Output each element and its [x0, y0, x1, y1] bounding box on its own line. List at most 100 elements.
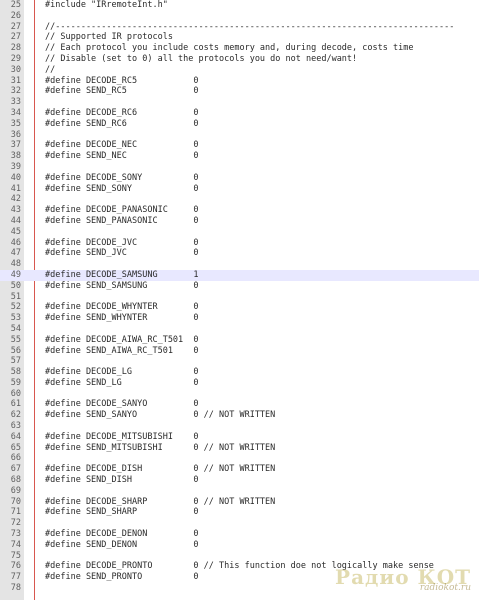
code-line[interactable]: 70 #define DECODE_SHARP 0 // NOT WRITTEN [0, 497, 479, 508]
line-number: 30 [10, 64, 21, 75]
line-number: 69 [10, 485, 21, 496]
code-text: #define SEND_SONY 0 [45, 183, 199, 194]
code-text: // Each protocol you include costs memor… [45, 43, 414, 54]
line-number: 71 [10, 507, 21, 518]
code-line[interactable]: 59 #define SEND_LG 0 [0, 378, 479, 389]
code-line[interactable]: 72 [0, 518, 479, 529]
code-line[interactable]: 74 #define SEND_DENON 0 [0, 540, 479, 551]
code-editor[interactable]: 25 #include "IRremoteInt.h" 26 27//--------… [0, 0, 479, 600]
code-text: // Supported IR protocols [45, 32, 173, 43]
code-line[interactable]: 31 #define DECODE_RC5 0 [0, 76, 479, 87]
code-text: #define DECODE_JVC 0 [45, 237, 199, 248]
code-line[interactable]: 32 #define SEND_RC5 0 [0, 86, 479, 97]
code-text: #define SEND_DENON 0 [45, 539, 199, 550]
code-line[interactable]: 60 [0, 389, 479, 400]
code-line[interactable]: 40 #define DECODE_SONY 0 [0, 173, 479, 184]
code-line[interactable]: 57 [0, 356, 479, 367]
code-line[interactable]: 39 [0, 162, 479, 173]
code-text: #define DECODE_SONY 0 [45, 172, 199, 183]
line-number: 65 [10, 442, 21, 453]
line-number: 73 [10, 529, 21, 540]
code-line[interactable]: 41 #define SEND_SONY 0 [0, 184, 479, 195]
code-line[interactable]: 58 #define DECODE_LG 0 [0, 367, 479, 378]
line-number: 66 [10, 453, 21, 464]
code-lines[interactable]: 25 #include "IRremoteInt.h" 26 27//--------… [0, 0, 479, 594]
line-number: 34 [10, 107, 21, 118]
code-line[interactable]: 27 //------------------------------------… [0, 22, 479, 33]
code-text: #define SEND_LG 0 [45, 377, 199, 388]
code-line[interactable]: 42 [0, 194, 479, 205]
code-text: #define SEND_NEC 0 [45, 151, 199, 162]
code-line[interactable]: 65 #define SEND_MITSUBISHI 0 // NOT WRITT… [0, 443, 479, 454]
line-number: 64 [10, 431, 21, 442]
code-line[interactable]: 36 [0, 130, 479, 141]
line-number: 31 [10, 75, 21, 86]
code-line[interactable]: 71 #define SEND_SHARP 0 [0, 507, 479, 518]
line-number: 54 [10, 323, 21, 334]
code-line[interactable]: 28 // Each protocol you include costs mem… [0, 43, 479, 54]
line-number: 67 [10, 464, 21, 475]
line-number: 32 [10, 86, 21, 97]
code-line[interactable]: 26 [0, 11, 479, 22]
line-number: 72 [10, 518, 21, 529]
line-number: 45 [10, 226, 21, 237]
line-number: 55 [10, 334, 21, 345]
line-number: 27 [10, 21, 21, 32]
code-line[interactable]: 27 // Supported IR protocols [0, 32, 479, 43]
code-line[interactable]: 61 #define DECODE_SANYO 0 [0, 399, 479, 410]
code-line[interactable]: 38 #define SEND_NEC 0 [0, 151, 479, 162]
line-number: 62 [10, 410, 21, 421]
line-number: 37 [10, 140, 21, 151]
line-number: 36 [10, 129, 21, 140]
line-number: 68 [10, 475, 21, 486]
code-text: #define SEND_JVC 0 [45, 248, 199, 259]
code-line[interactable]: 37 #define DECODE_NEC 0 [0, 140, 479, 151]
code-line[interactable]: 45 [0, 227, 479, 238]
line-number: 70 [10, 496, 21, 507]
line-number: 48 [10, 259, 21, 270]
code-text: #define SEND_MITSUBISHI 0 // NOT WRITTEN [45, 442, 276, 453]
code-line[interactable]: 64 #define DECODE_MITSUBISHI 0 [0, 432, 479, 443]
code-line[interactable]: 34 #define DECODE_RC6 0 [0, 108, 479, 119]
code-line[interactable]: 67 #define DECODE_DISH 0 // NOT WRITTEN [0, 464, 479, 475]
code-line[interactable]: 63 [0, 421, 479, 432]
watermark-title: Радио КОТ [335, 565, 471, 590]
code-line-current[interactable]: 49 #define DECODE_SAMSUNG 1 [0, 269, 479, 281]
code-line[interactable]: 50 #define SEND_SAMSUNG 0 [0, 281, 479, 292]
code-line[interactable]: 66 [0, 453, 479, 464]
code-line[interactable]: 33 [0, 97, 479, 108]
code-text: #define SEND_SHARP 0 [45, 507, 199, 518]
code-line[interactable]: 55 #define DECODE_AIWA_RC_T501 0 [0, 335, 479, 346]
code-text: #define SEND_SAMSUNG 0 [45, 280, 199, 291]
code-line[interactable]: 54 [0, 324, 479, 335]
code-text: #define DECODE_MITSUBISHI 0 [45, 431, 199, 442]
code-text: #define SEND_AIWA_RC_T501 0 [45, 345, 199, 356]
code-line[interactable]: 51 [0, 292, 479, 303]
code-line[interactable]: 46 #define DECODE_JVC 0 [0, 238, 479, 249]
code-line[interactable]: 35 #define SEND_RC6 0 [0, 119, 479, 130]
code-line[interactable]: 62 #define SEND_SANYO 0 // NOT WRITTEN [0, 410, 479, 421]
line-number: 75 [10, 550, 21, 561]
code-line[interactable]: 44 #define SEND_PANASONIC 0 [0, 216, 479, 227]
line-number: 53 [10, 313, 21, 324]
code-line[interactable]: 68 #define SEND_DISH 0 [0, 475, 479, 486]
code-line[interactable]: 30 // [0, 65, 479, 76]
code-line[interactable]: 43 #define DECODE_PANASONIC 0 [0, 205, 479, 216]
line-number: 47 [10, 248, 21, 259]
code-line[interactable]: 69 [0, 486, 479, 497]
code-line[interactable]: 29 // Disable (set to 0) all the protocol… [0, 54, 479, 65]
code-text: #define DECODE_WHYNTER 0 [45, 302, 199, 313]
code-line[interactable]: 47 #define SEND_JVC 0 [0, 248, 479, 259]
code-text: #define SEND_WHYNTER 0 [45, 313, 199, 324]
code-line[interactable]: 73 #define DECODE_DENON 0 [0, 529, 479, 540]
code-line[interactable]: 56 #define SEND_AIWA_RC_T501 0 [0, 346, 479, 357]
code-line[interactable]: 52 #define DECODE_WHYNTER 0 [0, 302, 479, 313]
code-line[interactable]: 25 #include "IRremoteInt.h" [0, 0, 479, 11]
code-text: #define SEND_RC5 0 [45, 86, 199, 97]
code-text: #define SEND_PANASONIC 0 [45, 215, 199, 226]
code-line[interactable]: 48 [0, 259, 479, 270]
code-text: #define DECODE_LG 0 [45, 367, 199, 378]
code-text: #define SEND_DISH 0 [45, 475, 199, 486]
code-line[interactable]: 75 [0, 551, 479, 562]
code-line[interactable]: 53 #define SEND_WHYNTER 0 [0, 313, 479, 324]
